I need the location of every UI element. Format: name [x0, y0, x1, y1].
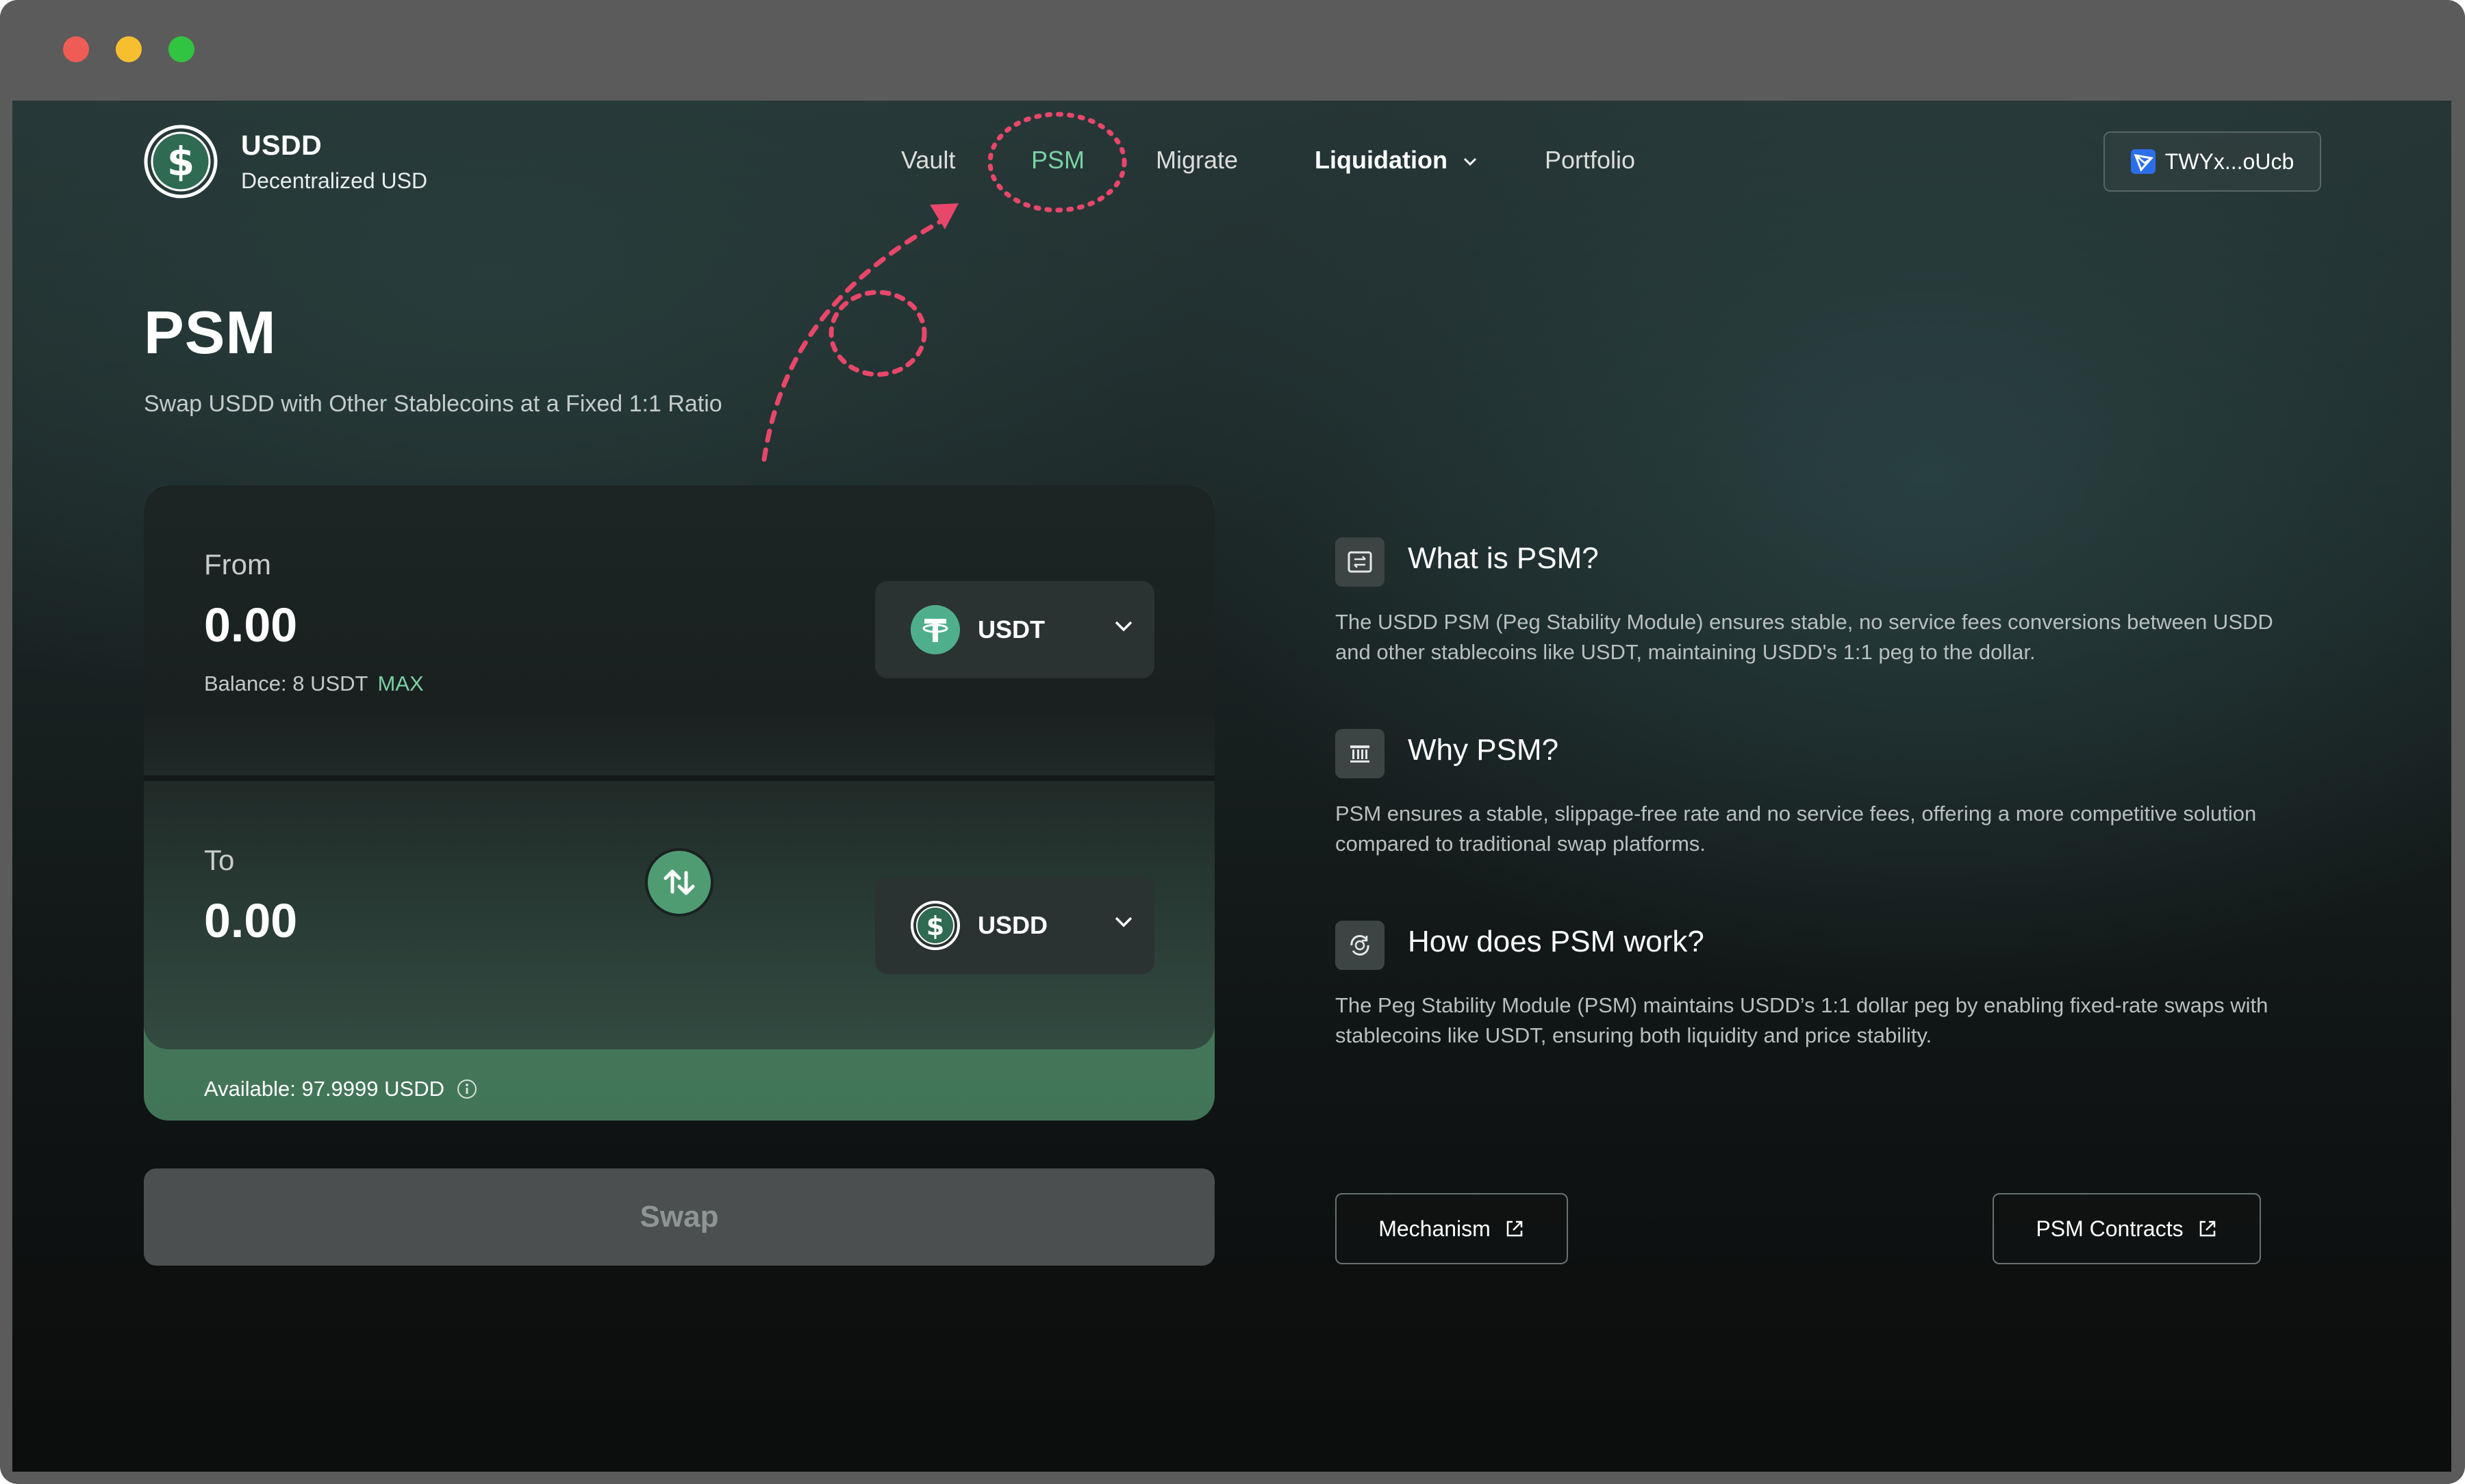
page-title: PSM: [144, 298, 277, 366]
psm-contracts-link[interactable]: PSM Contracts: [1993, 1193, 2261, 1264]
maximize-window-button[interactable]: [168, 36, 194, 62]
to-label: To: [204, 844, 235, 876]
from-amount-input[interactable]: 0.00: [204, 598, 297, 652]
mechanism-link[interactable]: Mechanism: [1335, 1193, 1568, 1264]
nav-psm[interactable]: PSM: [1031, 146, 1085, 175]
app-content: $ USDD Decentralized USD Vault PSM Migra…: [12, 101, 2451, 1472]
dollar-cycle-icon: [1335, 921, 1385, 970]
mechanism-label: Mechanism: [1378, 1216, 1491, 1241]
from-token-select[interactable]: USDT: [875, 581, 1154, 678]
swap-button[interactable]: Swap: [144, 1168, 1215, 1266]
available-text: Available: 97.9999 USDD: [204, 1077, 444, 1101]
usdd-logo-icon[interactable]: $: [144, 125, 218, 199]
swap-card: From 0.00 Balance: 8 USDT MAX USDT To 0.…: [144, 485, 1215, 1121]
info-icon[interactable]: [457, 1079, 477, 1099]
to-token-select[interactable]: $ USDD: [875, 877, 1154, 974]
info-title-what: What is PSM?: [1408, 541, 1599, 575]
nav-migrate[interactable]: Migrate: [1156, 146, 1238, 175]
swap-card-icon: [1335, 537, 1385, 587]
nav-portfolio[interactable]: Portfolio: [1545, 146, 1635, 175]
info-title-why: Why PSM?: [1408, 733, 1559, 767]
info-title-how: How does PSM work?: [1408, 925, 1704, 958]
annotation-circle-small: [829, 290, 927, 377]
chevron-down-icon: [1115, 917, 1133, 928]
tronlink-wallet-icon: [2130, 149, 2156, 174]
minimize-window-button[interactable]: [116, 36, 142, 62]
external-link-icon: [1506, 1220, 1523, 1237]
nav-liquidation-label: Liquidation: [1315, 146, 1448, 174]
svg-text:$: $: [926, 911, 944, 941]
psm-contracts-label: PSM Contracts: [2036, 1216, 2184, 1241]
browser-window: $ USDD Decentralized USD Vault PSM Migra…: [0, 0, 2465, 1484]
swap-divider: [144, 776, 1215, 781]
wallet-button[interactable]: TWYx...oUcb: [2103, 131, 2321, 192]
page-subtitle: Swap USDD with Other Stablecoins at a Fi…: [144, 391, 722, 417]
info-body-how: The Peg Stability Module (PSM) maintains…: [1335, 993, 2268, 1047]
max-button[interactable]: MAX: [378, 671, 424, 695]
swap-card-body: From 0.00 Balance: 8 USDT MAX USDT To 0.…: [144, 485, 1215, 1049]
to-token-label: USDD: [978, 911, 1048, 939]
chevron-down-icon: [1463, 158, 1477, 166]
brand-name: USDD: [241, 129, 323, 161]
annotation-arrow-head: [930, 203, 959, 229]
from-balance: Balance: 8 USDT MAX: [204, 671, 424, 696]
chevron-down-icon: [1115, 621, 1133, 632]
available-row: Available: 97.9999 USDD: [204, 1077, 477, 1101]
from-token-label: USDT: [978, 615, 1045, 643]
swap-arrows-icon: [663, 869, 695, 895]
from-label: From: [204, 548, 271, 580]
balance-text: Balance: 8 USDT: [204, 671, 368, 695]
nav-vault[interactable]: Vault: [901, 146, 955, 175]
usdd-token-icon: $: [911, 901, 960, 950]
brand-subtitle: Decentralized USD: [241, 168, 428, 193]
close-window-button[interactable]: [63, 36, 89, 62]
usdt-token-icon: [911, 605, 960, 654]
svg-text:$: $: [167, 138, 194, 185]
info-body-why: PSM ensures a stable, slippage-free rate…: [1335, 802, 2257, 856]
wallet-address: TWYx...oUcb: [2164, 149, 2295, 174]
switch-direction-button[interactable]: [645, 848, 713, 917]
nav-liquidation[interactable]: Liquidation: [1315, 146, 1478, 175]
external-link-icon: [2199, 1220, 2215, 1237]
window-titlebar: [0, 0, 2465, 101]
to-amount-input[interactable]: 0.00: [204, 893, 297, 948]
bank-icon: [1335, 729, 1385, 778]
info-body-what: The USDD PSM (Peg Stability Module) ensu…: [1335, 610, 2273, 664]
annotation-arrow-path: [761, 217, 946, 462]
